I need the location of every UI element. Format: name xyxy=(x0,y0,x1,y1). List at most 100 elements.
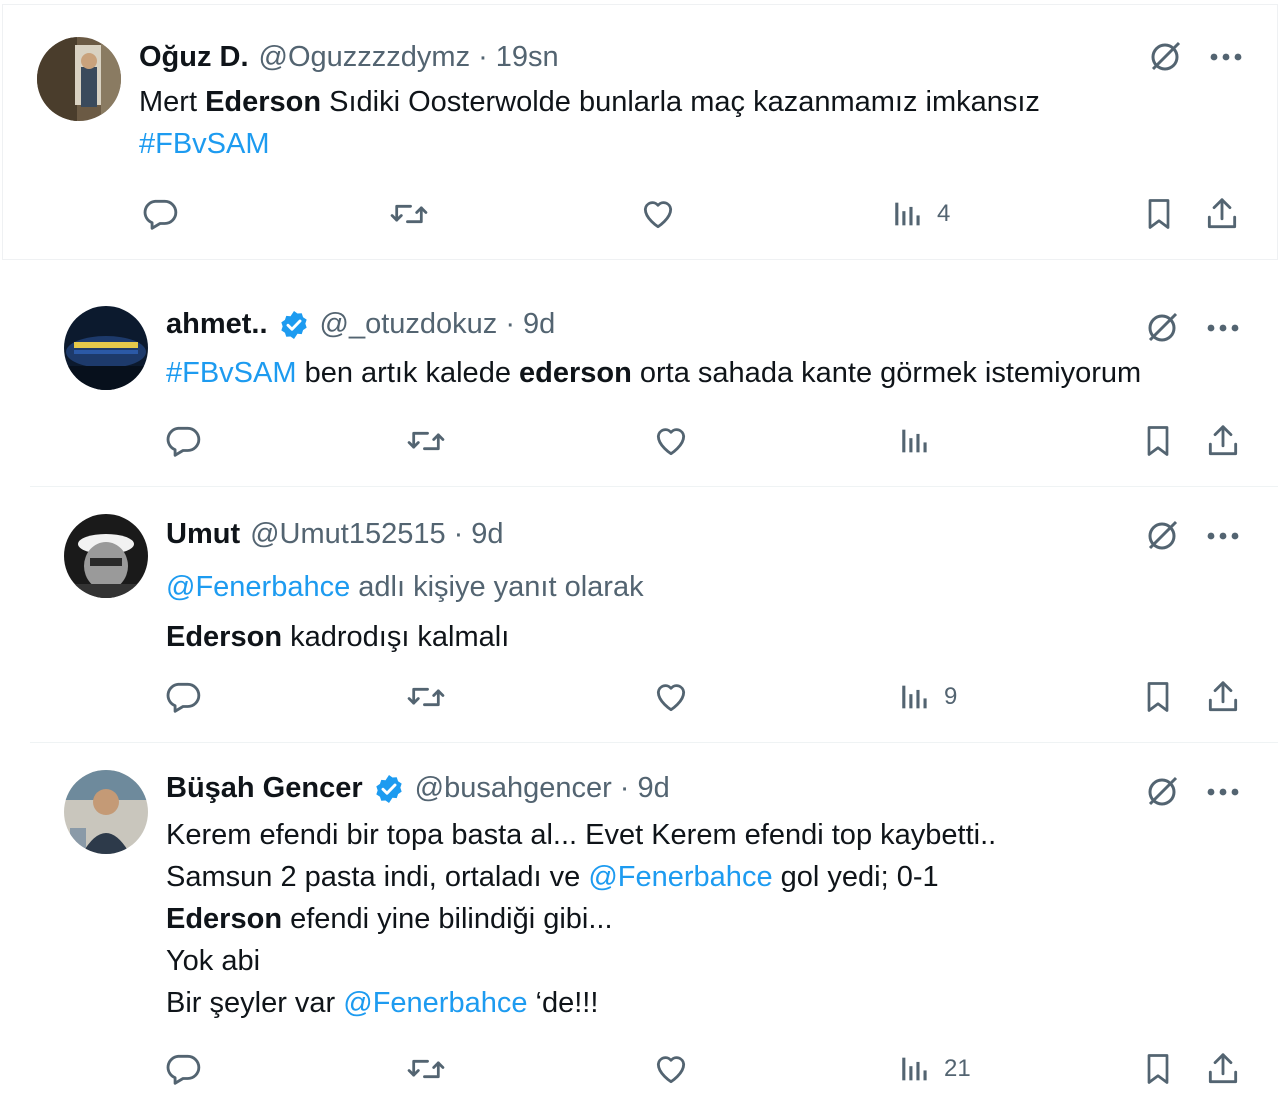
text-segment: orta sahada kante görmek istemiyorum xyxy=(631,357,1142,389)
views-icon xyxy=(898,680,932,714)
text-segment: Yok abi xyxy=(166,945,261,977)
timestamp[interactable]: 19sn xyxy=(496,41,559,74)
tweet-header: ahmet.. @_otuzdokuz · 9d xyxy=(166,308,555,341)
separator-dot: · xyxy=(453,518,464,550)
separator-dot: · xyxy=(505,308,515,340)
text-segment: kadrodışı kalmalı xyxy=(282,621,510,653)
like-button[interactable] xyxy=(652,672,690,722)
retweet-button[interactable] xyxy=(406,416,446,466)
text-segment: efendi yine bilindiği gibi... xyxy=(282,903,613,935)
mention-link[interactable]: @Fenerbahce xyxy=(588,861,772,893)
user-handle[interactable]: @Umut152515 xyxy=(250,518,446,551)
tweet-header: Oğuz D. @Oguzzzzdymz · 19sn xyxy=(139,41,559,74)
separator-dot: · xyxy=(619,772,630,804)
verified-badge-icon xyxy=(278,309,310,341)
tweet[interactable]: Umut @Umut152515 · 9d @Fenerbahce adlı k… xyxy=(30,488,1278,743)
share-icon xyxy=(1204,422,1242,460)
retweet-button[interactable] xyxy=(406,1044,446,1094)
like-button[interactable] xyxy=(652,416,690,466)
tweet-text: Kerem efendi bir topa basta al... Evet K… xyxy=(166,814,996,1024)
user-name[interactable]: Oğuz D. xyxy=(139,41,249,74)
text-segment: gol yedi; 0-1 xyxy=(772,861,939,893)
share-icon xyxy=(1204,678,1242,716)
avatar[interactable] xyxy=(64,306,148,390)
grok-icon[interactable] xyxy=(1144,518,1180,554)
tweet[interactable]: ahmet.. @_otuzdokuz · 9d #FBvSAM ben art… xyxy=(30,280,1278,487)
text-segment: Kerem efendi bir topa basta al... Evet K… xyxy=(166,819,997,851)
more-icon[interactable] xyxy=(1206,787,1240,797)
retweet-button[interactable] xyxy=(389,189,429,239)
user-name[interactable]: ahmet.. xyxy=(166,308,268,341)
views-button[interactable] xyxy=(898,416,944,466)
tweet-text: @Fenerbahce adlı kişiye yanıt olarak Ede… xyxy=(166,566,644,658)
like-icon xyxy=(652,422,690,460)
retweet-icon xyxy=(406,1050,446,1088)
text-segment: Bir şeyler var xyxy=(166,987,344,1019)
hashtag-link[interactable]: #FBvSAM xyxy=(166,357,297,389)
tweet[interactable]: Büşah Gencer @busahgencer · 9d Kerem efe… xyxy=(30,744,1278,1096)
user-handle[interactable]: @_otuzdokuz xyxy=(320,308,498,341)
avatar[interactable] xyxy=(37,37,121,121)
highlighted-term: Ederson xyxy=(205,86,322,118)
avatar[interactable] xyxy=(64,514,148,598)
timestamp[interactable]: 9d xyxy=(637,772,669,805)
text-segment: Mert xyxy=(139,86,206,118)
share-button[interactable] xyxy=(1204,1044,1242,1094)
share-button[interactable] xyxy=(1204,672,1242,722)
tweet-header: Umut @Umut152515 · 9d xyxy=(166,518,504,551)
bookmark-button[interactable] xyxy=(1140,1044,1176,1094)
retweet-icon xyxy=(406,422,446,460)
text-segment: Sıdiki Oosterwolde bunlarla maç kazanmam… xyxy=(321,86,1040,118)
action-bar: 4 xyxy=(123,189,1251,239)
retweet-icon xyxy=(406,678,446,716)
more-icon[interactable] xyxy=(1206,323,1240,333)
like-button[interactable] xyxy=(639,189,677,239)
bookmark-button[interactable] xyxy=(1140,672,1176,722)
views-button[interactable]: 21 xyxy=(898,1044,971,1094)
grok-icon[interactable] xyxy=(1144,310,1180,346)
highlighted-term: Ederson xyxy=(166,621,283,653)
action-bar xyxy=(150,416,1252,466)
views-button[interactable]: 4 xyxy=(891,189,950,239)
tweet-text: #FBvSAM ben artık kalede ederson orta sa… xyxy=(166,352,1141,394)
views-button[interactable]: 9 xyxy=(898,672,957,722)
tweet[interactable]: Oğuz D. @Oguzzzzdymz · 19sn Mert Ederson… xyxy=(2,4,1278,260)
user-name[interactable]: Büşah Gencer xyxy=(166,772,363,805)
share-button[interactable] xyxy=(1204,416,1242,466)
bookmark-icon xyxy=(1140,1050,1176,1088)
like-icon xyxy=(639,195,677,233)
share-button[interactable] xyxy=(1203,189,1241,239)
retweet-button[interactable] xyxy=(406,672,446,722)
like-icon xyxy=(652,678,690,716)
avatar[interactable] xyxy=(64,770,148,854)
timestamp[interactable]: 9d xyxy=(471,518,503,551)
reply-button[interactable] xyxy=(164,672,202,722)
text-segment: ben artık kalede xyxy=(296,357,520,389)
like-button[interactable] xyxy=(652,1044,690,1094)
more-icon[interactable] xyxy=(1206,531,1240,541)
highlighted-term: ederson xyxy=(519,357,632,389)
reply-icon xyxy=(164,678,202,716)
like-icon xyxy=(652,1050,690,1088)
user-name[interactable]: Umut xyxy=(166,518,240,551)
more-icon[interactable] xyxy=(1209,52,1243,62)
user-handle[interactable]: @Oguzzzzdymz xyxy=(259,41,471,74)
reply-button[interactable] xyxy=(164,416,202,466)
reply-icon xyxy=(164,1050,202,1088)
bookmark-button[interactable] xyxy=(1140,416,1176,466)
timestamp[interactable]: 9d xyxy=(523,308,555,341)
grok-icon[interactable] xyxy=(1147,39,1183,75)
separator-dot: · xyxy=(478,41,488,73)
hashtag-link[interactable]: #FBvSAM xyxy=(139,128,270,160)
views-icon xyxy=(898,424,932,458)
views-count: 21 xyxy=(944,1055,971,1082)
user-handle[interactable]: @busahgencer xyxy=(415,772,612,805)
mention-link[interactable]: @Fenerbahce xyxy=(343,987,527,1019)
reply-button[interactable] xyxy=(141,189,179,239)
bookmark-icon xyxy=(1140,422,1176,460)
grok-icon[interactable] xyxy=(1144,774,1180,810)
mention-link[interactable]: @Fenerbahce xyxy=(166,571,350,603)
reply-button[interactable] xyxy=(164,1044,202,1094)
bookmark-button[interactable] xyxy=(1141,189,1177,239)
bookmark-icon xyxy=(1141,195,1177,233)
